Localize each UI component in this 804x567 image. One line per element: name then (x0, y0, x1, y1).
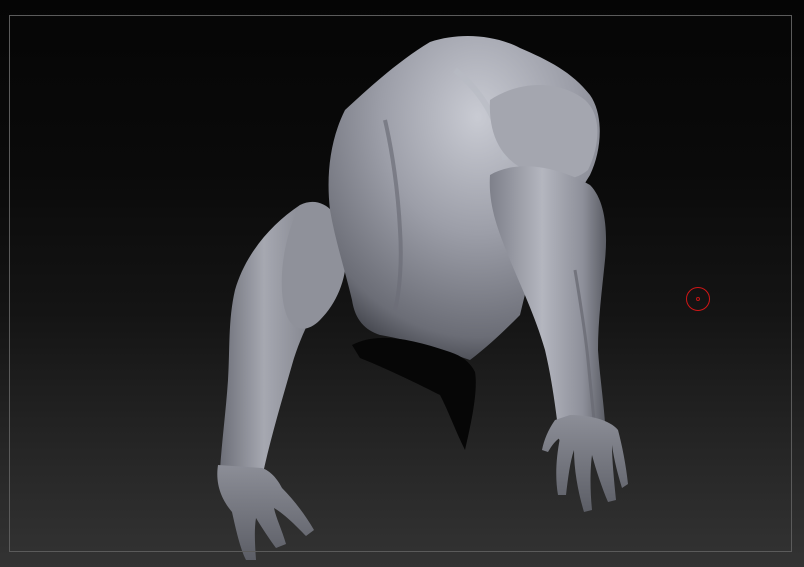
sculpt-viewport[interactable] (0, 0, 804, 567)
brush-circle-icon (686, 287, 710, 311)
canvas-frame (9, 15, 792, 552)
brush-center-dot (696, 297, 700, 301)
